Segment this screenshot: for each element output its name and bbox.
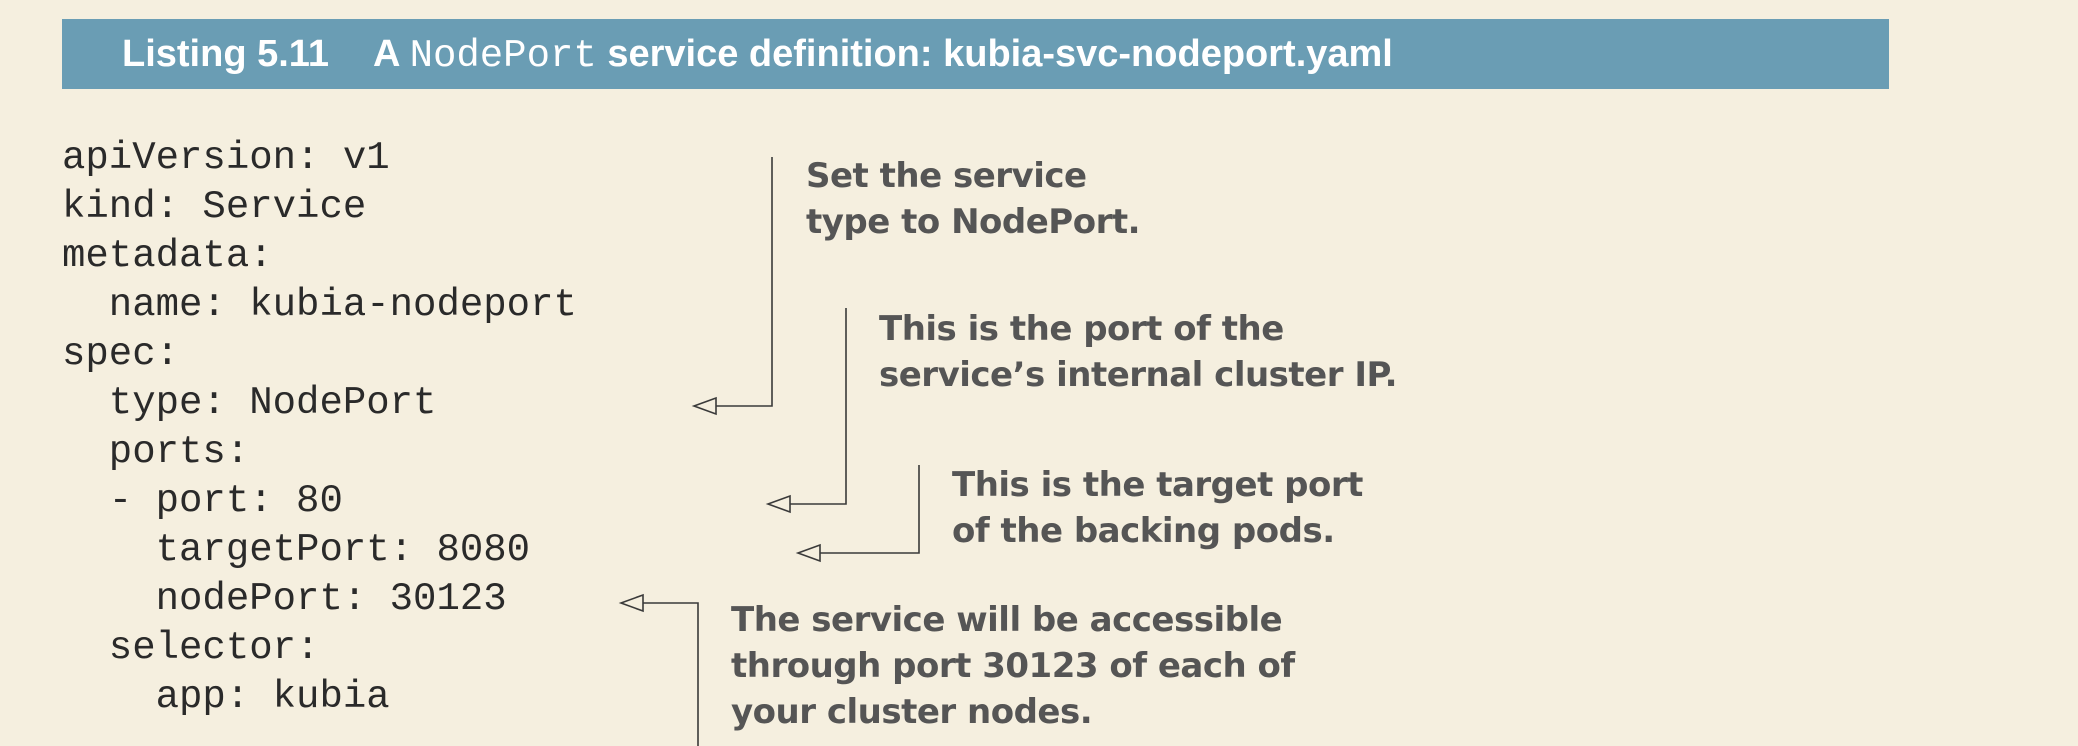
arrowhead-icon (765, 494, 791, 514)
callout-line-targetport (820, 465, 920, 554)
arrowhead-icon (618, 593, 644, 613)
callout-line-port (790, 308, 847, 505)
callout-arrows (618, 157, 920, 746)
callout-line-nodeport (643, 602, 699, 746)
arrowhead-icon (795, 543, 821, 563)
arrowhead-icon (691, 396, 717, 416)
callout-line-type (716, 157, 773, 407)
